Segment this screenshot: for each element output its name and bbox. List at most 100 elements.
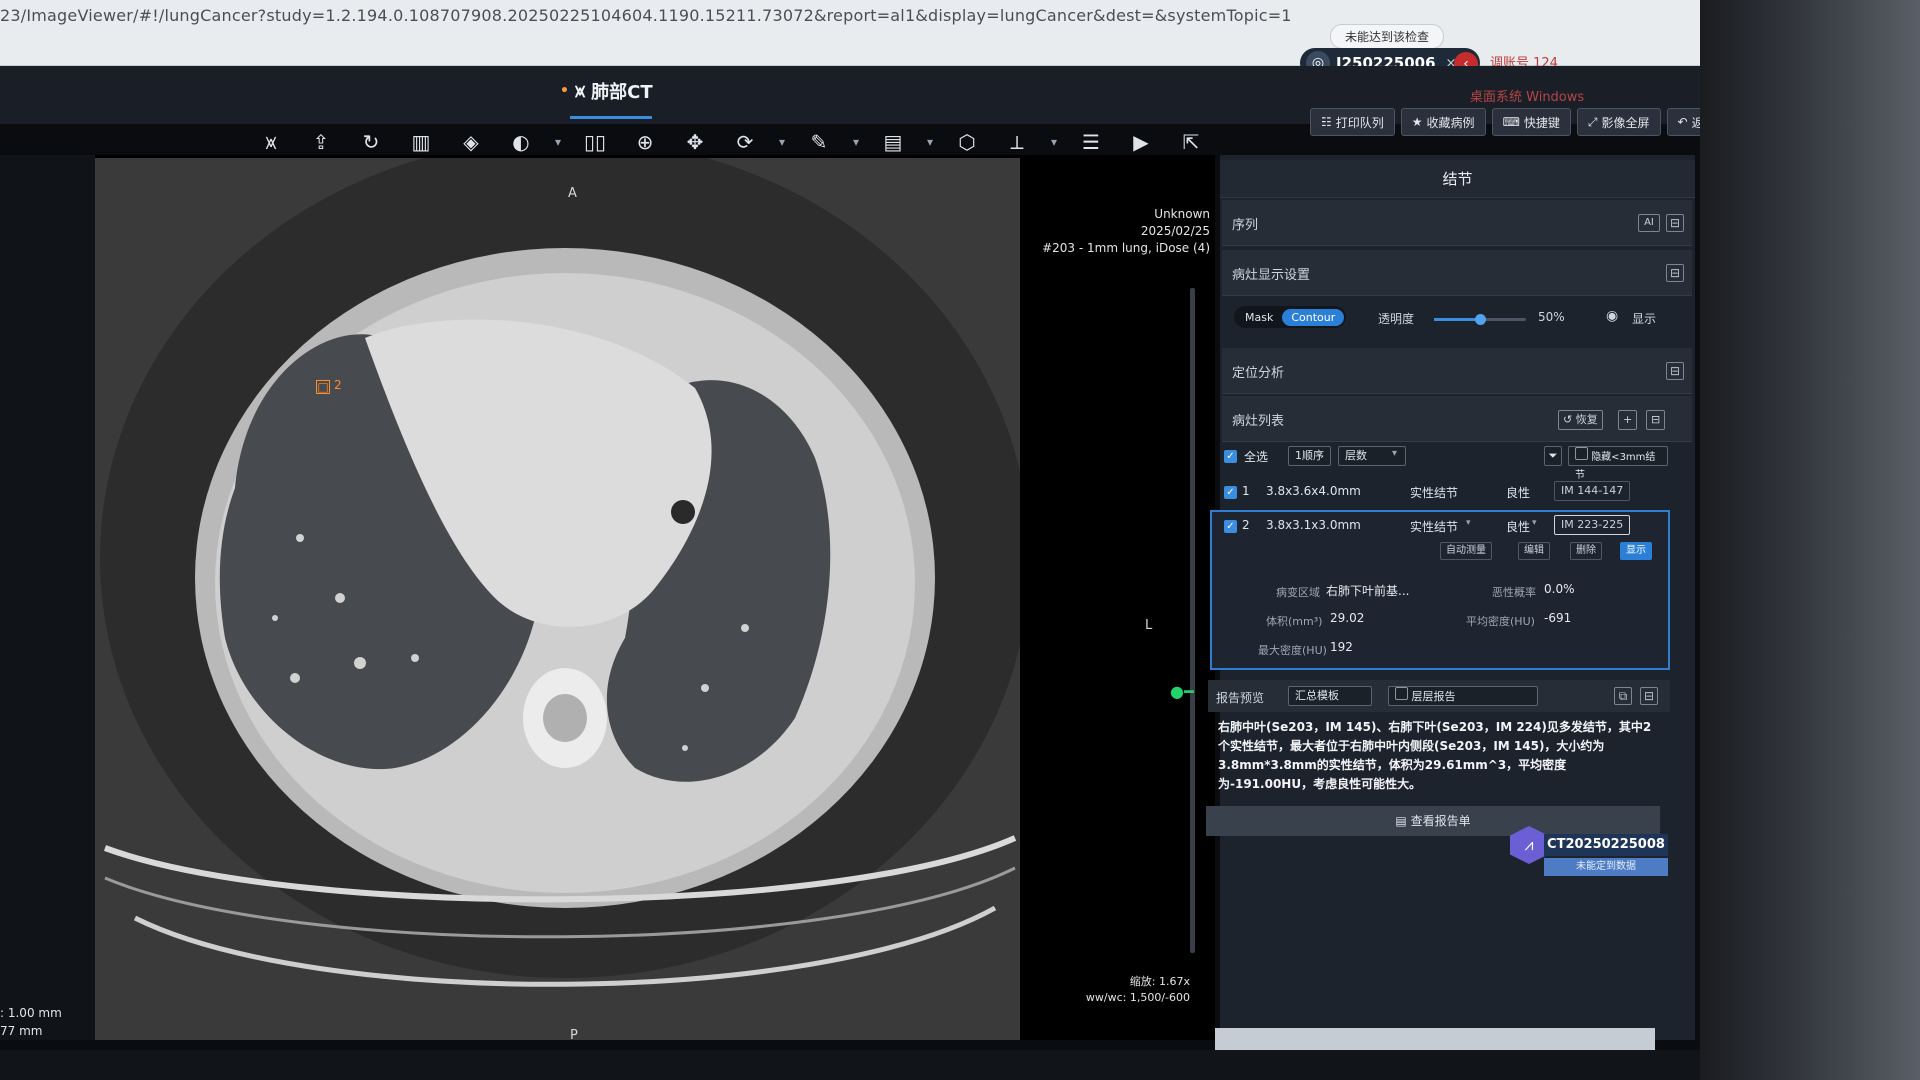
collapse-icon[interactable]: ⊟ xyxy=(1666,214,1684,232)
system-label: 桌面系统 Windows xyxy=(1470,90,1585,105)
favorite-case-button[interactable]: ★ 收藏病例 xyxy=(1400,108,1486,136)
opacity-slider-knob[interactable] xyxy=(1475,314,1486,325)
chevron-down-icon[interactable]: ▾ xyxy=(1532,518,1537,528)
os-taskbar xyxy=(1215,1028,1655,1050)
lesion-row-checkbox[interactable]: ✓ xyxy=(1224,520,1237,533)
lesion-im-range[interactable]: IM 223-225 xyxy=(1554,515,1631,535)
volume-label: 体积(mm³) xyxy=(1266,615,1323,628)
lesion-index: 2 xyxy=(1242,518,1250,532)
lesion-row[interactable]: ✓ 1 3.8x3.6x4.0mm 实性结节 良性 IM 144-147 xyxy=(1222,476,1692,508)
filter-icon[interactable]: ⏷ xyxy=(1544,446,1562,466)
opacity-slider[interactable] xyxy=(1434,314,1526,325)
restore-button[interactable]: ↺ 恢复 xyxy=(1558,410,1603,430)
orientation-top: A xyxy=(568,186,577,201)
zoom-level: 缩放: 1.67x xyxy=(1129,975,1190,988)
chevron-down-icon[interactable]: ▾ xyxy=(1392,448,1397,459)
screen-bottom-edge xyxy=(0,1050,1920,1080)
lesion-index: 1 xyxy=(1242,484,1250,498)
image-info-bottom-left: : 1.00 mm 77 mm xyxy=(0,1004,62,1040)
add-icon[interactable]: + xyxy=(1618,410,1638,430)
panel-title: 结节 xyxy=(1220,160,1695,198)
collapse-icon[interactable]: ⊟ xyxy=(1640,687,1658,705)
window-level: ww/wc: 1,500/-600 xyxy=(1085,991,1190,1004)
left-thumbnail-strip xyxy=(0,155,95,1040)
copy-icon[interactable]: ⧉ xyxy=(1614,687,1632,705)
restore-label: 恢复 xyxy=(1575,413,1598,426)
document-icon: ▤ xyxy=(1395,814,1411,828)
lesion-row-checkbox[interactable]: ✓ xyxy=(1224,486,1237,499)
hide-small-checkbox[interactable] xyxy=(1575,447,1588,460)
view-report-label: 查看报告单 xyxy=(1410,814,1471,828)
slice-scrollbar[interactable] xyxy=(1190,288,1195,953)
report-template-select[interactable]: 汇总模板 xyxy=(1288,686,1372,706)
auto-measure-button[interactable]: 自动测量 xyxy=(1440,542,1492,560)
keyboard-icon: ⌨ xyxy=(1502,115,1520,129)
url-text[interactable]: 23/ImageViewer/#!/lungCancer?study=1.2.1… xyxy=(0,6,1292,25)
fullscreen-button[interactable]: ⤢ 影像全屏 xyxy=(1576,108,1661,136)
layered-report-label: 层层报告 xyxy=(1411,690,1456,703)
lesion-im-range[interactable]: IM 144-147 xyxy=(1554,481,1631,501)
lesion-size: 3.8x3.6x4.0mm xyxy=(1266,484,1361,498)
collapse-icon[interactable]: ⊟ xyxy=(1666,264,1684,282)
image-info-top-right: Unknown 2025/02/25 #203 - 1mm lung, iDos… xyxy=(1042,206,1210,257)
mode-contour-option[interactable]: Contour xyxy=(1282,308,1345,326)
tab-label: 肺部CT xyxy=(591,82,653,103)
report-text[interactable]: 右肺中叶(Se203，IM 145)、右肺下叶(Se203，IM 224)见多发… xyxy=(1218,718,1658,794)
tab-dot-icon: • xyxy=(560,83,569,99)
mean-density-value: -691 xyxy=(1544,611,1572,625)
shortcut-label: 快捷键 xyxy=(1523,115,1560,130)
layered-report-checkbox[interactable] xyxy=(1395,687,1408,700)
collapse-icon[interactable]: ⊟ xyxy=(1646,410,1666,430)
slice-thickness: : 1.00 mm xyxy=(0,1006,62,1020)
star-icon: ★ xyxy=(1411,115,1423,129)
tab-lung-ct[interactable]: • ⩙ 肺部CT xyxy=(560,78,653,104)
monitor-bezel xyxy=(1700,0,1920,1080)
shortcut-button[interactable]: ⌨ 快捷键 xyxy=(1491,108,1571,136)
slice-position-marker-icon[interactable]: ●━ xyxy=(1170,682,1194,701)
delete-button[interactable]: 删除 xyxy=(1570,542,1602,560)
lung-icon: ⩙ xyxy=(574,80,586,102)
hide-small-nodule-toggle[interactable]: 隐藏<3mm结节 xyxy=(1568,446,1668,481)
ai-badge[interactable]: AI xyxy=(1638,214,1660,232)
max-density-value: 192 xyxy=(1330,640,1353,654)
section-display-settings[interactable]: 病灶显示设置 ⊟ xyxy=(1222,250,1692,296)
max-density-label: 最大密度(HU) xyxy=(1258,644,1327,657)
print-queue-button[interactable]: ☷ 打印队列 xyxy=(1310,108,1395,136)
lesion-size: 3.8x3.1x3.0mm xyxy=(1266,518,1361,532)
edit-button[interactable]: 编辑 xyxy=(1518,542,1550,560)
lesion-row-selected[interactable]: ✓ 2 3.8x3.1x3.0mm 实性结节 ▾ 良性 ▾ IM 223-225 xyxy=(1222,510,1692,542)
lesion-type-select[interactable]: 实性结节 xyxy=(1410,518,1458,535)
location-value[interactable]: 右肺下叶前基... xyxy=(1326,582,1409,599)
section-series[interactable]: 序列 AI ⊟ xyxy=(1222,200,1692,246)
show-toggle-label[interactable]: 显示 xyxy=(1632,310,1656,327)
orientation-bottom: P xyxy=(570,1028,578,1043)
opacity-label: 透明度 xyxy=(1378,312,1415,326)
display-mode-toggle[interactable]: Mask Contour xyxy=(1234,306,1347,328)
print-icon: ☷ xyxy=(1321,115,1332,129)
show-button[interactable]: 显示 xyxy=(1620,542,1652,560)
sort-order-select[interactable]: 1顺序 xyxy=(1288,446,1331,466)
app-logo-icon: ⩘ xyxy=(1510,826,1548,864)
collapse-icon[interactable]: ⊟ xyxy=(1666,362,1684,380)
ct-image[interactable] xyxy=(95,158,1020,1040)
image-info-bottom-right: 缩放: 1.67x ww/wc: 1,500/-600 xyxy=(1086,974,1190,1006)
layered-report-toggle[interactable]: 层层报告 xyxy=(1388,686,1538,706)
section-locate[interactable]: 定位分析 ⊟ xyxy=(1222,348,1692,394)
header-actions: ☷打印队列 ★收藏病例 ⌨快捷键 ⤢影像全屏 ↶返回 xyxy=(1310,108,1727,136)
print-queue-label: 打印队列 xyxy=(1335,115,1384,130)
eye-icon[interactable]: ◉ xyxy=(1606,308,1618,324)
case-badge[interactable]: ⩘ CT20250225008 未能定到数据 xyxy=(1510,826,1668,886)
case-id: CT20250225008 xyxy=(1544,834,1668,856)
section-display-title: 病灶显示设置 xyxy=(1232,268,1311,283)
lesion-nature-select[interactable]: 良性 xyxy=(1506,518,1530,535)
nodule-marker-label: 2 xyxy=(334,378,342,392)
section-list-title: 病灶列表 xyxy=(1232,414,1285,429)
fullscreen-label: 影像全屏 xyxy=(1601,115,1650,130)
chevron-down-icon[interactable]: ▾ xyxy=(1466,518,1471,528)
study-date: 2025/02/25 xyxy=(1140,224,1210,238)
mode-mask-option[interactable]: Mask xyxy=(1236,309,1282,326)
nodule-marker-icon[interactable]: □ xyxy=(316,380,330,394)
volume-value: 29.02 xyxy=(1330,611,1365,625)
ct-slice-graphic xyxy=(95,158,1020,1040)
select-all-checkbox[interactable]: ✓ xyxy=(1224,450,1237,463)
